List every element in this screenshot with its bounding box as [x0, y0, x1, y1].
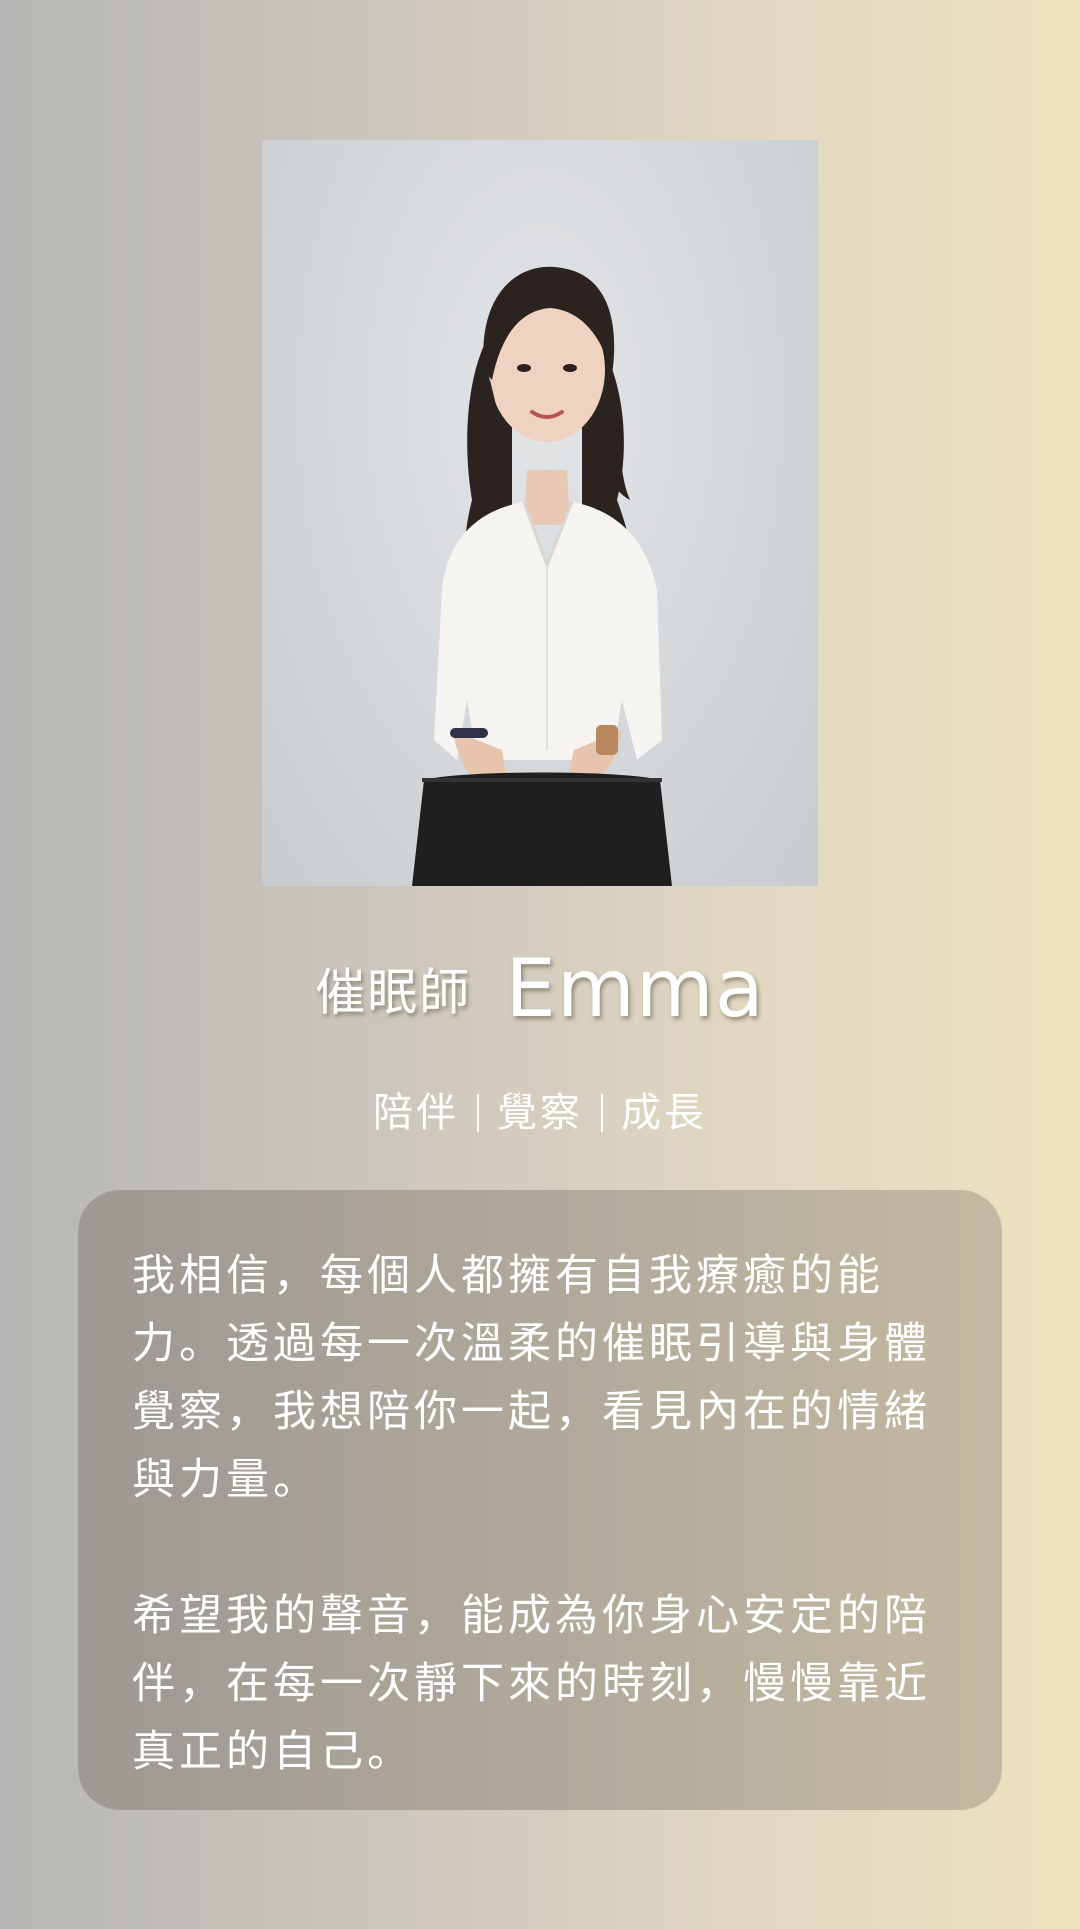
profile-page: 催眠師 Emma 陪伴 覺察 成長 我相信，每個人都擁有自我療癒的能力。透過每一次溫柔…	[0, 0, 1080, 1929]
profile-title: 催眠師 Emma	[0, 942, 1080, 1035]
tag-growth: 成長	[621, 1090, 707, 1136]
quote-paragraph-1: 我相信，每個人都擁有自我療癒的能力。透過每一次溫柔的催眠引導與身體覺察，我想陪你…	[132, 1251, 931, 1505]
tag-companionship: 陪伴	[373, 1090, 459, 1136]
tag-awareness: 覺察	[497, 1090, 583, 1136]
portrait-illustration	[412, 266, 672, 886]
tag-separator	[601, 1094, 603, 1132]
person-name: Emma	[505, 942, 765, 1035]
tag-separator	[477, 1094, 479, 1132]
portrait-photo	[262, 140, 818, 886]
quote-paragraph-2: 希望我的聲音，能成為你身心安定的陪伴，在每一次靜下來的時刻，慢慢靠近真正的自己。	[132, 1591, 931, 1777]
role-label: 催眠師	[315, 963, 472, 1022]
tagline: 陪伴 覺察 成長	[0, 1080, 1080, 1138]
quote-card: 我相信，每個人都擁有自我療癒的能力。透過每一次溫柔的催眠引導與身體覺察，我想陪你…	[78, 1190, 1002, 1810]
